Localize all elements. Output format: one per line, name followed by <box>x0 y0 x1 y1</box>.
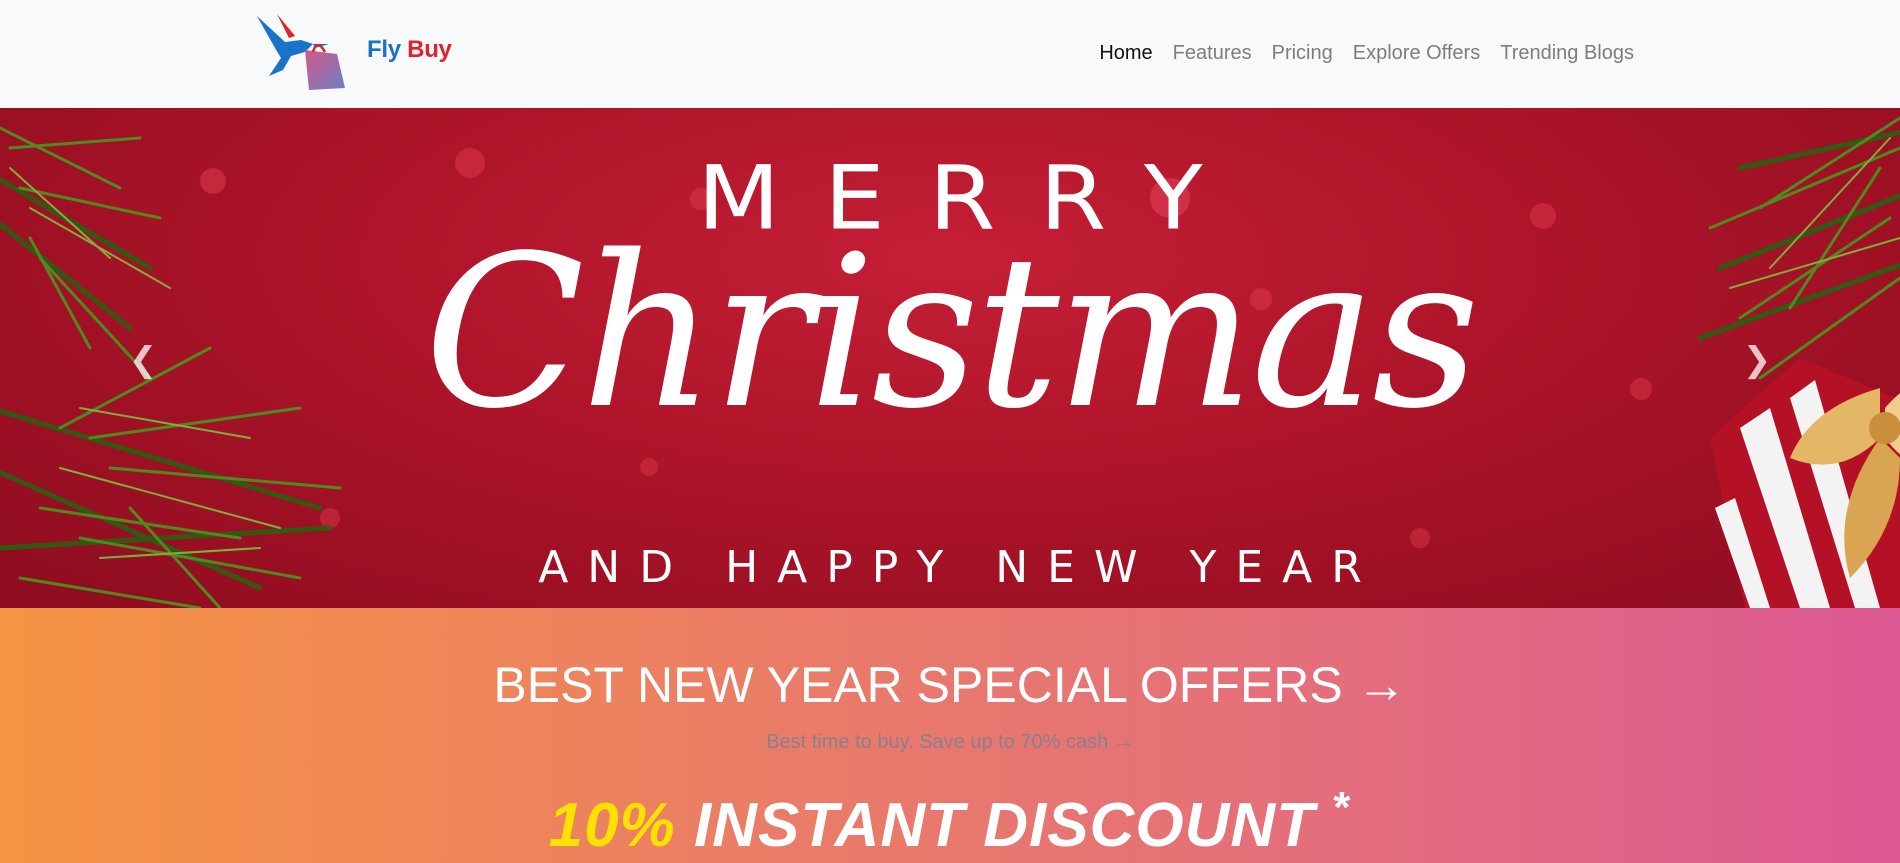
slide-line-new-year: AND HAPPY NEW YEAR <box>538 542 1381 593</box>
carousel-next-button[interactable]: ❯ <box>1742 340 1772 380</box>
nav-link-pricing[interactable]: Pricing <box>1272 42 1333 65</box>
offers-subtitle-link[interactable]: Best time to buy. Save up to 70% cash → <box>0 732 1900 752</box>
hummingbird-logo-icon <box>257 14 345 90</box>
nav-link-features[interactable]: Features <box>1173 42 1252 65</box>
offers-banner: BEST NEW YEAR SPECIAL OFFERS → Best time… <box>0 608 1900 863</box>
brand-name-buy: Buy <box>407 36 452 63</box>
nav-links: Home Features Pricing Explore Offers Tre… <box>1099 42 1634 65</box>
chevron-left-icon: ❮ <box>128 340 158 380</box>
offers-title-link[interactable]: BEST NEW YEAR SPECIAL OFFERS → <box>0 660 1900 710</box>
top-navbar: Fly Buy Home Features Pricing Explore Of… <box>0 0 1900 108</box>
discount-asterisk: * <box>1333 783 1352 832</box>
instant-discount-banner: 10% INSTANT DISCOUNT * <box>0 786 1900 857</box>
slide-line-christmas: Christmas <box>424 210 1480 455</box>
brand-name: Fly Buy <box>367 36 452 64</box>
nav-link-trending-blogs[interactable]: Trending Blogs <box>1500 42 1634 65</box>
carousel-prev-button[interactable]: ❮ <box>128 340 158 380</box>
nav-link-explore-offers[interactable]: Explore Offers <box>1353 42 1480 65</box>
discount-percent: 10% <box>548 791 676 860</box>
brand[interactable]: Fly Buy <box>255 14 452 94</box>
brand-name-fly: Fly <box>367 36 401 63</box>
discount-text: INSTANT DISCOUNT <box>693 791 1315 860</box>
hero-carousel: MERRY Christmas AND HAPPY NEW YEAR ❮ ❯ <box>0 108 1900 608</box>
nav-link-home[interactable]: Home <box>1099 42 1152 65</box>
chevron-right-icon: ❯ <box>1742 340 1772 380</box>
